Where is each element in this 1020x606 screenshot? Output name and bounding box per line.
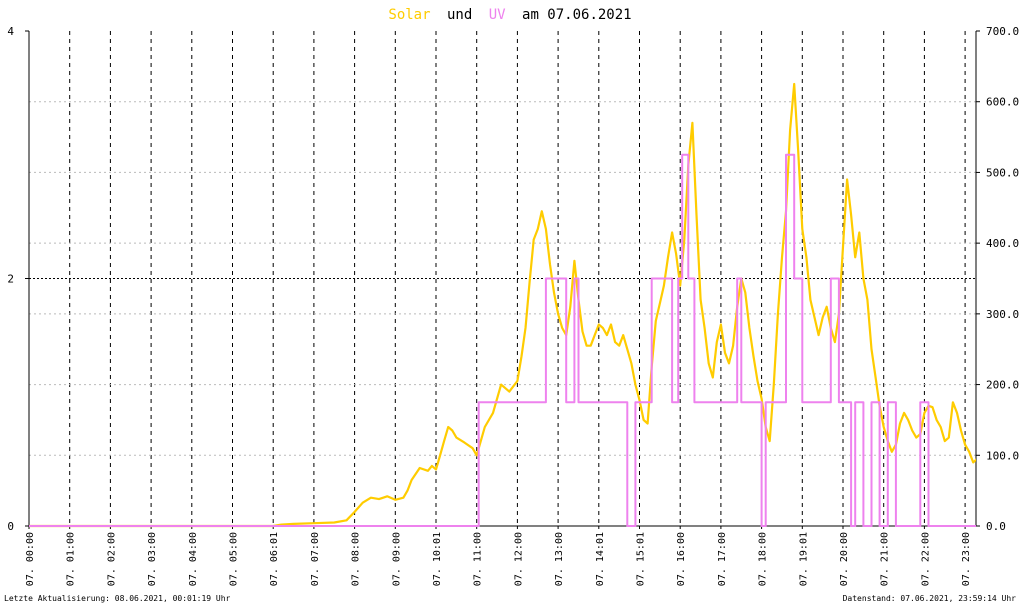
title-solar: Solar <box>388 7 430 23</box>
x-tick-label: 07. 08:00 <box>351 532 362 586</box>
y-left-tick-label: 0 <box>7 520 14 533</box>
x-tick-label: 07. 19:01 <box>798 532 809 586</box>
x-tick-label: 07. 15:01 <box>636 532 647 586</box>
x-tick-label: 07. 06:01 <box>269 532 280 586</box>
x-axis-ticks: 07. 00:00 07. 01:00 07. 02:00 07. 03:00 07. … <box>25 526 972 586</box>
y-right-tick-label: 300.0 <box>986 308 1019 321</box>
x-tick-label: 07. 13:00 <box>554 532 565 586</box>
footer-last-update: Letzte Aktualisierung: 08.06.2021, 00:01… <box>4 594 231 603</box>
y-right-tick-label: 100.0 <box>986 449 1019 462</box>
x-tick-label: 07. 18:00 <box>758 532 769 586</box>
x-tick-label: 07. 00:00 <box>25 532 36 586</box>
x-tick-label: 07. 14:01 <box>595 532 606 586</box>
x-tick-label: 07. 11:00 <box>473 532 484 586</box>
chart-title: Solar und UV am 07.06.2021 <box>388 7 631 23</box>
x-tick-label: 07. 22:00 <box>920 532 931 586</box>
x-tick-label: 07. 10:01 <box>432 532 443 586</box>
y-left-tick-label: 4 <box>7 25 14 38</box>
x-tick-label: 07. 03:00 <box>147 532 158 586</box>
y-right-tick-label: 600.0 <box>986 96 1019 109</box>
y-axis-left-ticks: 0 2 4 <box>7 25 29 533</box>
x-tick-label: 07. 09:00 <box>391 532 402 586</box>
x-tick-label: 07. 05:00 <box>229 532 240 586</box>
y-right-tick-label: 0.0 <box>986 520 1006 533</box>
y-right-tick-label: 200.0 <box>986 379 1019 392</box>
x-tick-label: 07. 01:00 <box>66 532 77 586</box>
x-tick-label: 07. 20:00 <box>839 532 850 586</box>
x-tick-label: 07. 04:00 <box>188 532 199 586</box>
y-right-tick-label: 500.0 <box>986 166 1019 179</box>
x-tick-label: 07. 02:00 <box>106 532 117 586</box>
y-left-tick-label: 2 <box>7 273 14 286</box>
title-und: und <box>447 7 472 23</box>
y-right-tick-label: 400.0 <box>986 237 1019 250</box>
x-tick-label: 07. 23:00 <box>961 532 972 586</box>
y-right-tick-label: 700.0 <box>986 25 1019 38</box>
x-tick-label: 07. 12:00 <box>513 532 524 586</box>
title-date: am 07.06.2021 <box>522 7 632 23</box>
x-tick-label: 07. 16:00 <box>676 532 687 586</box>
x-tick-label: 07. 07:00 <box>310 532 321 586</box>
chart-canvas: Solar und UV am 07.06.2021 0 2 4 0.0 100.0 2… <box>4 7 1019 603</box>
x-tick-label: 07. 21:00 <box>880 532 891 586</box>
footer-data-status: Datenstand: 07.06.2021, 23:59:14 Uhr <box>843 594 1017 603</box>
title-uv: UV <box>489 7 506 23</box>
series-lines <box>29 82 976 528</box>
x-tick-label: 07. 17:00 <box>717 532 728 586</box>
y-axis-right-ticks: 0.0 100.0 200.0 300.0 400.0 500.0 600.0 700.0 <box>976 25 1019 533</box>
